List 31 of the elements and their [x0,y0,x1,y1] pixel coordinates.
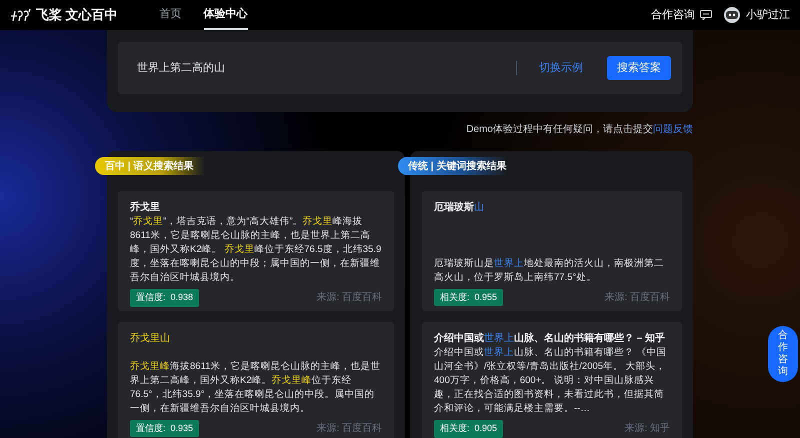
score-badge: 相关度: 0.905 [434,420,504,438]
result-text: 厄瑞玻斯山是世界上地处最南的活火山，南极洲第二高火山，位于罗斯岛上南纬77.5°处。 [434,256,665,284]
nav-tab[interactable]: 首页 [160,0,182,30]
feedback-text: Demo体验过程中有任何疑问，请点击提交问题反馈 [465,122,693,137]
user-name: 小驴过江 [746,8,790,23]
score-badge: 相关度: 0.955 [434,288,504,306]
consult-link[interactable]: 合作咨询 [651,6,712,24]
result-title: 介绍中国或世界上山脉、名山的书籍有哪些？ – 知乎 [434,331,666,346]
switch-example-link[interactable]: 切换示例 [539,60,583,76]
result-title: 乔戈里 [130,200,161,215]
chat-icon [700,10,712,20]
logo-text: 飞桨 文心百中 [36,6,118,24]
search-button[interactable]: 搜索答案 [607,56,671,80]
source-text: 来源: 百度百科 [604,290,670,305]
result-title: 厄瑞玻斯山 [434,200,485,215]
result-title: 乔戈里山 [130,332,171,346]
result-text: “乔戈里”，塔吉克语，意为“高大雄伟”。乔戈里峰海拔8611米，它是喀喇昆仑山脉的主峰，也是世界上第二高峰，国外又称K2峰。 乔戈里峰位于东经76.5度，北纬35.9度，坐落在喀喇昆仑山的中段；属中国的一侧，在新疆维吾尔自治区叶城县境内。 [130,215,382,285]
result-type-badge: 百中 | 语义搜索结果 [95,157,205,175]
source-text: 来源: 百度百科 [316,290,382,306]
source-text: 来源: 知乎 [624,422,670,436]
consult-float-button[interactable]: 合作咨询 [768,326,798,382]
result-type-badge: 传统 | 关键词搜索结果 [398,157,508,175]
search-field[interactable]: 世界上第二高的山 切换示例 搜索答案 [118,42,682,94]
score-badge: 置信度: 0.938 [130,289,200,306]
score-badge: 置信度: 0.935 [130,420,200,437]
source-text: 来源: 百度百科 [316,422,382,436]
result-text: 乔戈里峰海拔8611米，它是喀喇昆仑山脉的主峰，也是世界上第二高峰，国外又称K2峰。乔戈里峰位于东经76.5°，北纬35.9°，坐落在喀喇昆仑山的中段。属中国的一侧，在新疆维吾尔自治区叶城县境内。 [130,360,382,416]
feedback-link[interactable]: 问题反馈 [653,124,693,135]
avatar-icon [724,7,740,23]
logo-icon [10,8,32,22]
result-text: 介绍中国或世界上山脉、名山的书籍有哪些？ 《中国山河全书》/张立权等/青岛出版社/2005年。 大部头，400万字，价格高，600+。 说明：对中国山脉感兴趣，正在找合适的图书资料，未看过此书，但据其简介和评论，可能满足楼主需要。--… [434,346,668,416]
